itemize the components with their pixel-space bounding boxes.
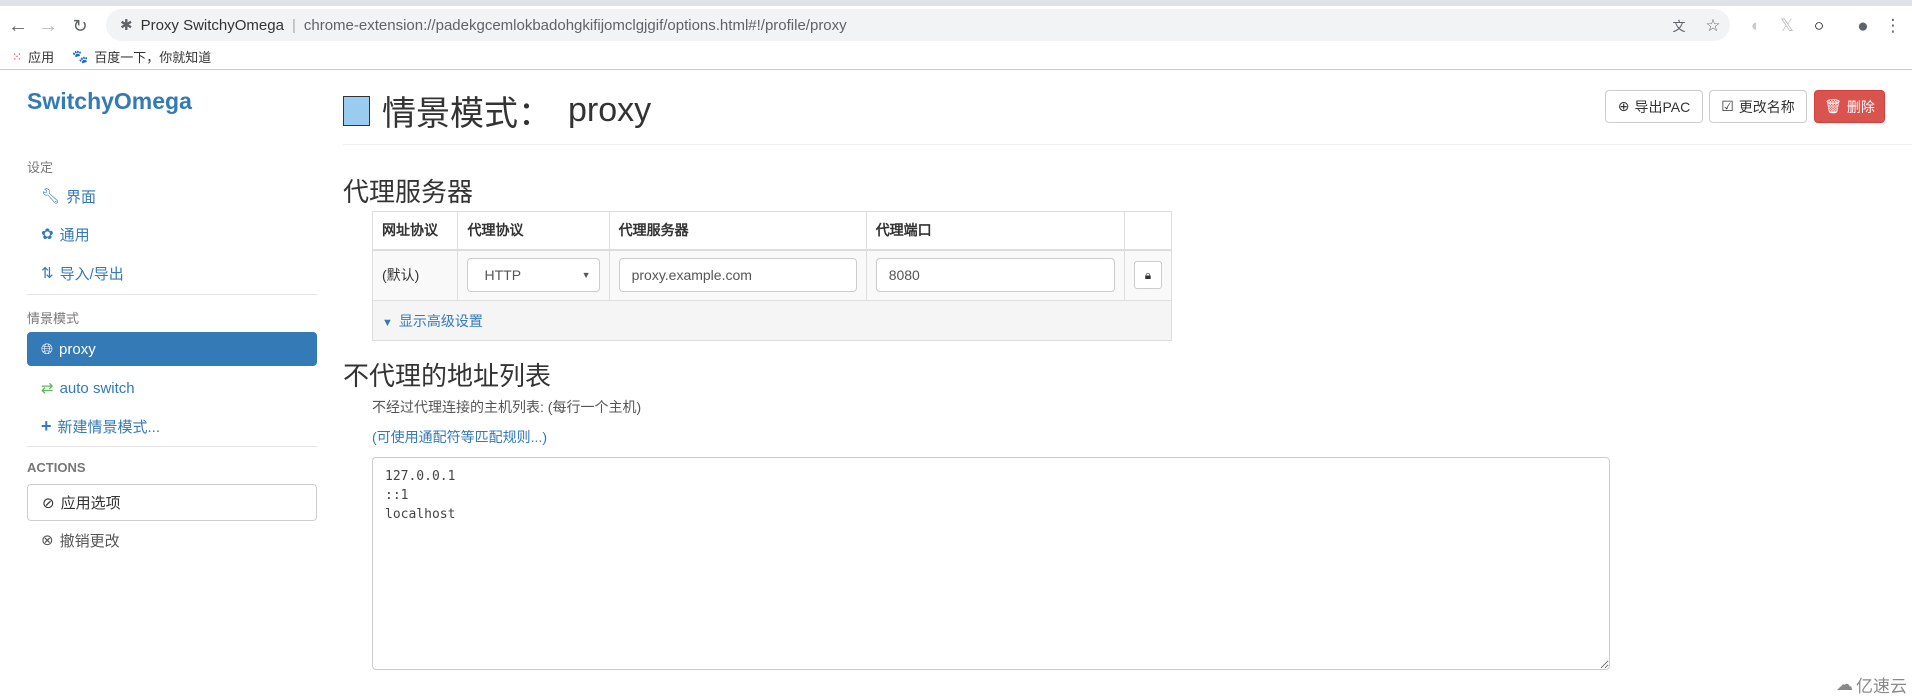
export-pac-button[interactable]: ⊕ 导出PAC [1605, 90, 1703, 123]
sidebar-item-label: 界面 [66, 188, 97, 206]
sidebar-item-general[interactable]: ✿ 通用 [27, 216, 317, 252]
bookmark-apps[interactable]: ⁙ 应用 [12, 47, 54, 66]
bypass-list-heading: 不代理的地址列表 [343, 361, 552, 391]
delete-button[interactable]: 🗑︎ 删除 [1814, 90, 1885, 123]
brand-title[interactable]: SwitchyOmega [27, 88, 192, 115]
column-header: 代理服务器 [608, 211, 867, 251]
sidebar-item-interface[interactable]: 🔧︎ 界面 [27, 178, 317, 214]
link-label: 显示高级设置 [398, 312, 483, 329]
wrench-icon: 🔧︎ [41, 188, 61, 205]
title-prefix: 情景模式： [382, 95, 552, 133]
sidebar-item-proxy[interactable]: 🌐︎ proxy [27, 332, 317, 366]
site-name: Proxy SwitchyOmega [140, 16, 284, 34]
sidebar-item-label: 新建情景模式... [57, 418, 161, 436]
bypass-list-textarea[interactable]: 127.0.0.1 ::1 localhost [372, 457, 1610, 670]
globe-icon: 🌐︎ [41, 340, 54, 358]
cloud-icon: ☁ [1836, 674, 1853, 694]
gear-icon: ✿ [41, 226, 54, 243]
account-icon[interactable]: ● [1852, 16, 1874, 38]
server-input[interactable]: proxy.example.com [618, 258, 857, 293]
column-header: 代理端口 [865, 211, 1126, 251]
reload-button[interactable]: ↻ [68, 14, 92, 38]
baidu-paw-icon: 🐾 [72, 48, 89, 64]
switchyomega-icon[interactable]: ○ [1808, 16, 1830, 36]
port-input[interactable]: 8080 [875, 258, 1115, 293]
rename-button[interactable]: ☑ 更改名称 [1709, 90, 1807, 123]
sidebar-item-label: auto switch [59, 379, 135, 397]
button-label: 撤销更改 [59, 532, 120, 550]
column-header: 网址协议 [371, 211, 459, 251]
url-text: chrome-extension://padekgcemlokbadohgkif… [303, 16, 847, 34]
show-advanced-link[interactable]: ▼ 显示高级设置 [372, 300, 1172, 341]
watermark-logo: ☁ 亿速云 [1836, 672, 1907, 697]
sidebar-item-new-profile[interactable]: + 新建情景模式... [27, 408, 317, 444]
apply-options-button[interactable]: ⊘ 应用选项 [27, 484, 317, 521]
protocol-select[interactable]: HTTP ▼ [467, 258, 600, 293]
download-icon: ⊕ [1617, 98, 1630, 114]
bookmark-label: 应用 [28, 50, 55, 65]
apps-grid-icon: ⁙ [12, 49, 23, 64]
wildcard-rules-link[interactable]: (可使用通配符等匹配规则...) [372, 427, 547, 447]
select-value: HTTP [484, 267, 522, 284]
scheme-cell: (默认) [371, 249, 459, 301]
forward-button[interactable]: → [36, 14, 60, 38]
retweet-icon: ⇄ [41, 380, 54, 397]
bookmarks-bar: ⁙ 应用 🐾 百度一下，你就知道 [0, 44, 1912, 70]
extension-x-icon[interactable]: 𝕏 [1776, 16, 1798, 36]
button-label: 更改名称 [1738, 98, 1795, 115]
sidebar-item-label: proxy [59, 340, 96, 358]
proxy-servers-heading: 代理服务器 [343, 177, 474, 207]
settings-header: 设定 [27, 160, 54, 175]
sidebar-item-auto-switch[interactable]: ⇄ auto switch [27, 370, 317, 406]
divider [27, 446, 317, 447]
column-header [1124, 211, 1172, 251]
profile-name: proxy [568, 91, 652, 129]
table-row: (默认) HTTP ▼ proxy.example.com 8080 🔒︎ [371, 249, 1172, 301]
check-circle-icon: ⊘ [42, 494, 55, 512]
column-header: 代理协议 [457, 211, 610, 251]
bypass-description: 不经过代理连接的主机列表: (每行一个主机) [372, 399, 642, 415]
times-circle-icon: ⊗ [41, 532, 54, 549]
sidebar-item-label: 通用 [59, 226, 90, 244]
discard-changes-button[interactable]: ⊗ 撤销更改 [27, 522, 317, 558]
extension-icon[interactable]: ◐ [1745, 16, 1767, 36]
bookmark-baidu[interactable]: 🐾 百度一下，你就知道 [72, 47, 211, 66]
advanced-row: ▼ 显示高级设置 [372, 300, 1172, 341]
trash-icon: 🗑︎ [1824, 98, 1842, 114]
watermark-text: 亿速云 [1856, 677, 1907, 696]
translate-icon[interactable]: 文 [1668, 16, 1690, 35]
page-title: 情景模式： proxy [343, 86, 651, 135]
bookmark-label: 百度一下，你就知道 [94, 50, 212, 65]
plus-icon: + [41, 415, 52, 436]
import-export-icon: ⇅ [41, 265, 54, 282]
proxy-servers-table: 网址协议 代理协议 代理服务器 代理端口 (默认) HTTP ▼ proxy.ex… [371, 211, 1172, 341]
actions-header: ACTIONS [27, 460, 86, 475]
caret-down-icon: ▼ [581, 270, 591, 281]
browser-toolbar: ← → ↻ ✱ Proxy SwitchyOmega | chrome-exte… [0, 6, 1912, 44]
button-label: 导出PAC [1634, 98, 1691, 115]
address-bar[interactable]: ✱ Proxy SwitchyOmega | chrome-extension:… [106, 9, 1730, 41]
profile-color-swatch[interactable] [343, 95, 370, 126]
sidebar-item-import-export[interactable]: ⇅ 导入/导出 [27, 255, 317, 291]
divider [27, 294, 317, 295]
extension-puzzle-icon: ✱ [120, 17, 133, 34]
edit-icon: ☑ [1721, 98, 1734, 114]
profiles-header: 情景模式 [27, 311, 80, 326]
lock-icon: 🔒︎ [1144, 267, 1152, 282]
menu-icon[interactable]: ⋮ [1882, 16, 1904, 36]
divider: | [291, 16, 296, 34]
back-button[interactable]: ← [6, 14, 30, 38]
button-label: 应用选项 [60, 495, 121, 512]
chevron-down-icon: ▼ [382, 316, 393, 329]
sidebar-item-label: 导入/导出 [59, 265, 124, 283]
button-label: 删除 [1846, 98, 1875, 115]
lock-auth-button[interactable]: 🔒︎ [1134, 261, 1162, 290]
divider [343, 144, 1912, 145]
bookmark-star-icon[interactable]: ☆ [1702, 16, 1724, 36]
